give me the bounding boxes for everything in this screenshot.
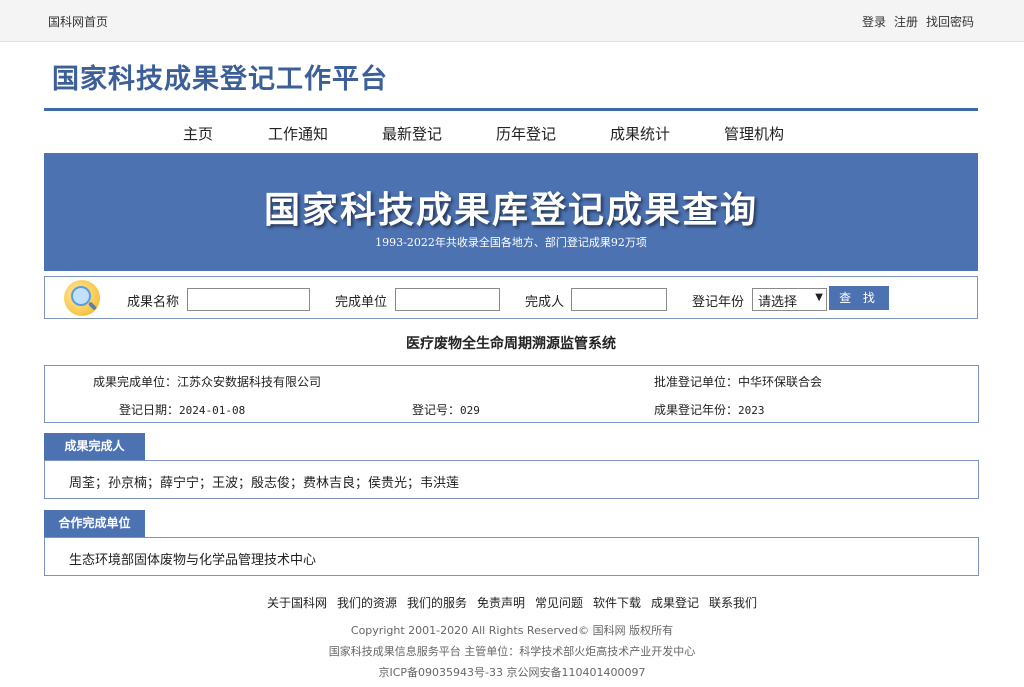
unit-field: 成果完成单位：江苏众安数据科技有限公司: [93, 373, 321, 390]
user-links: 登录 注册 找回密码: [862, 13, 974, 30]
register-link[interactable]: 注册: [894, 13, 918, 30]
site-logo[interactable]: 国家科技成果登记工作平台: [52, 57, 388, 96]
magnifier-icon: [64, 280, 100, 316]
approve-field-label: 批准登记单位：: [654, 375, 739, 389]
footer-link-disclaimer[interactable]: 免责声明: [477, 596, 525, 610]
login-link[interactable]: 登录: [862, 13, 886, 30]
coop-section-tab: 合作完成单位: [44, 510, 145, 537]
nav-item-latest[interactable]: 最新登记: [382, 123, 442, 144]
approve-field-value: 中华环保联合会: [738, 375, 823, 389]
chevron-down-icon: ▼: [815, 292, 823, 303]
banner-title: 国家科技成果库登记成果查询: [263, 190, 758, 231]
year-select[interactable]: 请选择 ▼: [752, 288, 827, 311]
person-label: 完成人: [525, 295, 565, 310]
footer-link-services[interactable]: 我们的服务: [407, 596, 467, 610]
footer-link-download[interactable]: 软件下载: [593, 596, 641, 610]
date-field-value: 2024-01-08: [179, 404, 246, 417]
footer-link-resources[interactable]: 我们的资源: [337, 596, 397, 610]
search-form: 成果名称 完成单位 完成人 登记年份 请选择 ▼ 查 找: [44, 276, 978, 319]
result-info-box: 成果完成单位：江苏众安数据科技有限公司 批准登记单位：中华环保联合会 登记日期：…: [44, 365, 979, 423]
name-input[interactable]: [187, 288, 310, 311]
footer-icp: 京ICP备09035943号-33 京公网安备110401400097: [378, 666, 646, 679]
year-field: 成果登记年份：2023: [654, 401, 765, 418]
footer-link-faq[interactable]: 常见问题: [535, 596, 583, 610]
logo-divider: [44, 108, 978, 111]
recover-password-link[interactable]: 找回密码: [926, 13, 974, 30]
nav-item-notices[interactable]: 工作通知: [268, 123, 328, 144]
year-label: 登记年份: [692, 295, 745, 310]
footer-link-register[interactable]: 成果登记: [651, 596, 699, 610]
hero-banner: 国家科技成果库登记成果查询 1993-2022年共收录全国各地方、部门登记成果9…: [44, 153, 978, 271]
footer-links: 关于国科网 我们的资源 我们的服务 免责声明 常见问题 软件下载 成果登记 联系我们: [0, 594, 1024, 611]
year-field-value: 2023: [738, 404, 765, 417]
approve-field: 批准登记单位：中华环保联合会: [654, 373, 822, 390]
year-select-value: 请选择: [758, 295, 798, 310]
regno-field: 登记号：029: [412, 401, 480, 418]
coop-panel: 生态环境部固体废物与化学品管理技术中心: [44, 538, 979, 576]
persons-list: 周荃；孙京楠；薛宁宁；王波；殷志俊；费林吉良；侯贵光；韦洪莲: [69, 476, 460, 491]
nav-item-statistics[interactable]: 成果统计: [610, 123, 670, 144]
date-field: 登记日期：2024-01-08: [119, 401, 245, 418]
nav-item-history[interactable]: 历年登记: [496, 123, 556, 144]
unit-field-value: 江苏众安数据科技有限公司: [177, 375, 322, 389]
magnifier-handle: [87, 301, 98, 311]
nav-item-home[interactable]: 主页: [183, 123, 213, 144]
main-nav: 主页 工作通知 最新登记 历年登记 成果统计 管理机构: [44, 120, 978, 148]
persons-section-tab: 成果完成人: [44, 433, 145, 460]
unit-label: 完成单位: [335, 295, 388, 310]
result-title: 医疗废物全生命周期溯源监管系统: [406, 336, 616, 352]
regno-field-label: 登记号：: [412, 403, 461, 417]
year-field-label: 成果登记年份：: [654, 403, 739, 417]
home-link[interactable]: 国科网首页: [48, 13, 108, 30]
unit-input[interactable]: [395, 288, 500, 311]
regno-field-value: 029: [460, 404, 480, 417]
search-button[interactable]: 查 找: [829, 286, 889, 310]
top-bar: 国科网首页 登录 注册 找回密码: [0, 0, 1024, 42]
unit-field-label: 成果完成单位：: [93, 375, 178, 389]
person-input[interactable]: [571, 288, 667, 311]
name-label: 成果名称: [127, 295, 180, 310]
persons-panel: 周荃；孙京楠；薛宁宁；王波；殷志俊；费林吉良；侯贵光；韦洪莲: [44, 461, 979, 499]
coop-unit: 生态环境部固体废物与化学品管理技术中心: [69, 553, 317, 568]
footer-link-contact[interactable]: 联系我们: [709, 596, 757, 610]
footer-link-about[interactable]: 关于国科网: [267, 596, 327, 610]
nav-item-agencies[interactable]: 管理机构: [724, 123, 784, 144]
banner-subtitle: 1993-2022年共收录全国各地方、部门登记成果92万项: [375, 236, 647, 249]
footer-organizer: 国家科技成果信息服务平台 主管单位：科学技术部火炬高技术产业开发中心: [328, 645, 696, 658]
footer-copyright: Copyright 2001-2020 All Rights Reserved©…: [350, 624, 674, 637]
date-field-label: 登记日期：: [119, 403, 180, 417]
